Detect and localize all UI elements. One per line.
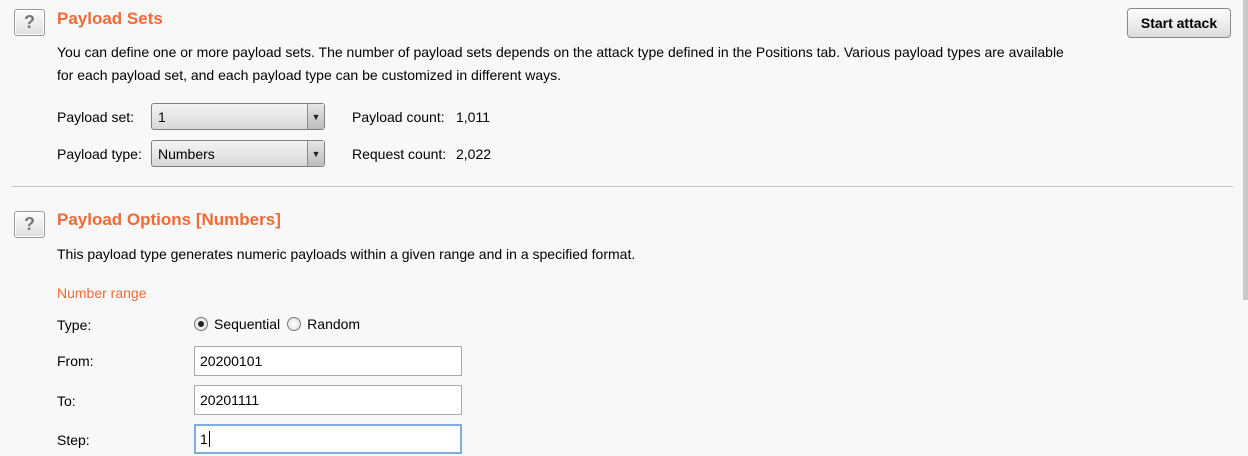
payload-type-value: Numbers [158,145,215,162]
step-label: Step: [57,432,90,448]
payload-type-label: Payload type: [57,146,142,162]
to-label: To: [57,393,76,409]
payload-options-help-icon[interactable]: ? [14,211,45,238]
to-input-value: 20201111 [200,392,260,408]
step-input[interactable]: 1 [194,424,462,454]
sequential-radio[interactable] [194,317,208,331]
number-range-heading: Number range [57,285,147,301]
payload-sets-description-line2: for each payload set, and each payload t… [57,67,562,83]
chevron-down-icon[interactable]: ▼ [307,104,324,129]
payload-type-select[interactable]: Numbers ▼ [151,140,325,167]
payload-sets-description-line1: You can define one or more payload sets.… [57,44,1064,60]
random-radio[interactable] [287,317,302,331]
request-count-label: Request count: [352,146,447,162]
section-divider [12,186,1233,187]
intruder-payloads-panel: ? Payload Sets Start attack You can defi… [0,0,1248,456]
payload-count-value: 1,011 [456,109,490,125]
payload-set-value: 1 [158,108,166,125]
payload-count-label: Payload count: [352,109,445,125]
payload-options-description: This payload type generates numeric payl… [57,246,636,262]
text-caret [208,431,210,447]
request-count-value: 2,022 [456,146,492,162]
payload-set-label: Payload set: [57,109,135,125]
payload-options-title: Payload Options [Numbers] [57,210,281,229]
payload-set-select[interactable]: 1 ▼ [151,103,325,130]
from-label: From: [57,353,94,369]
start-attack-button[interactable]: Start attack [1127,8,1231,38]
payload-sets-help-icon[interactable]: ? [14,9,45,36]
to-input[interactable]: 20201111 [194,385,462,415]
from-input-value: 20200101 [200,353,263,369]
type-radio-group: Sequential Random [194,316,360,332]
from-input[interactable]: 20200101 [194,346,462,376]
payload-sets-title: Payload Sets [57,9,163,28]
type-label: Type: [57,317,92,333]
step-input-value: 1 [200,431,208,447]
chevron-down-icon[interactable]: ▼ [307,141,324,166]
vertical-scrollbar[interactable] [1243,0,1248,300]
random-radio-label[interactable]: Random [307,316,360,332]
sequential-radio-label[interactable]: Sequential [214,316,280,332]
